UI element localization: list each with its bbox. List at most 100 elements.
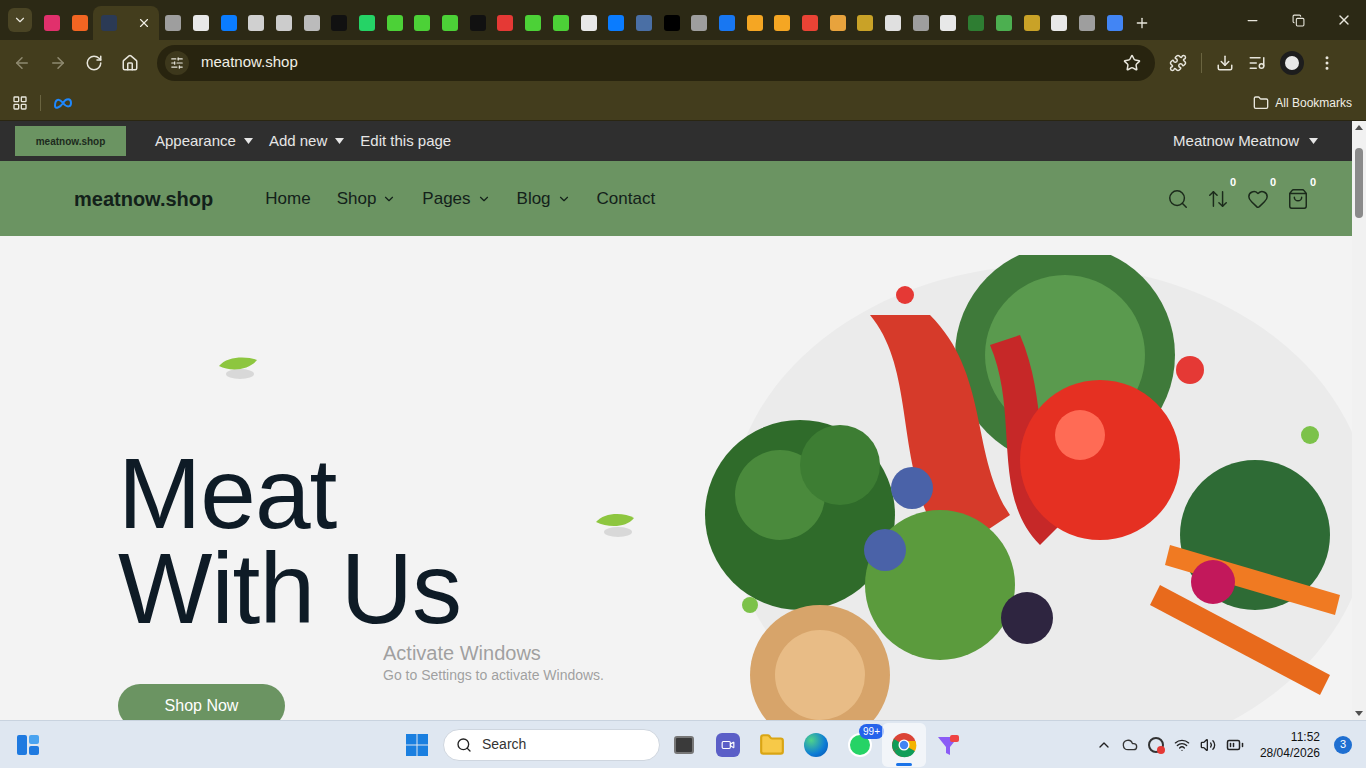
whatsapp-taskbar-button[interactable]: 99+ (838, 723, 882, 767)
profile-avatar-icon[interactable] (1280, 51, 1304, 75)
tab[interactable] (464, 6, 492, 40)
tab[interactable] (935, 6, 963, 40)
tab[interactable] (492, 6, 520, 40)
tab[interactable] (242, 6, 270, 40)
tab[interactable] (796, 6, 824, 40)
tab[interactable] (298, 6, 326, 40)
edge-icon (804, 733, 828, 757)
tab[interactable] (1073, 6, 1101, 40)
tab[interactable] (353, 6, 381, 40)
favicon-icon (387, 15, 403, 31)
site-settings-icon[interactable] (170, 56, 184, 70)
back-button[interactable] (8, 49, 36, 77)
tab[interactable] (962, 6, 990, 40)
tab-search-button[interactable] (8, 8, 32, 32)
close-button[interactable] (1321, 0, 1366, 40)
extensions-icon[interactable] (1169, 54, 1187, 72)
meet-taskbar-button[interactable] (706, 723, 750, 767)
cloud-icon[interactable] (1122, 737, 1138, 753)
status-app-icon[interactable] (1148, 737, 1164, 753)
tab[interactable] (713, 6, 741, 40)
widgets-button[interactable] (8, 725, 48, 765)
tab[interactable] (215, 6, 243, 40)
tab[interactable] (1101, 6, 1129, 40)
reload-button[interactable] (80, 49, 108, 77)
tab[interactable] (547, 6, 575, 40)
restore-button[interactable] (1275, 0, 1321, 40)
tab[interactable] (38, 6, 66, 40)
tab[interactable] (879, 6, 907, 40)
notification-badge[interactable]: 3 (1334, 736, 1352, 754)
close-tab-icon[interactable] (137, 16, 151, 30)
admin-menu[interactable]: Appearance (155, 130, 253, 153)
tab[interactable] (630, 6, 658, 40)
tab[interactable] (270, 6, 298, 40)
tab[interactable] (381, 6, 409, 40)
tab[interactable] (436, 6, 464, 40)
chrome-taskbar-button[interactable] (882, 723, 926, 767)
search-button[interactable] (1166, 187, 1190, 211)
tab[interactable] (990, 6, 1018, 40)
wifi-icon[interactable] (1174, 737, 1190, 753)
nav-item[interactable]: Pages (422, 186, 490, 212)
home-button[interactable] (116, 49, 144, 77)
tab[interactable] (1045, 6, 1073, 40)
taskview-taskbar-button[interactable] (662, 723, 706, 767)
nav-item[interactable]: Blog (517, 186, 571, 212)
favicon-icon (101, 15, 117, 31)
bookmark-star-icon[interactable] (1123, 54, 1141, 72)
tab[interactable] (66, 6, 94, 40)
tab[interactable] (187, 6, 215, 40)
scrollbar-thumb[interactable] (1355, 148, 1363, 218)
tab[interactable] (519, 6, 547, 40)
forward-button[interactable] (44, 49, 72, 77)
cart-button[interactable]: 0 (1286, 187, 1310, 211)
nav-item[interactable]: Contact (597, 186, 656, 212)
tab[interactable] (326, 6, 354, 40)
explorer-taskbar-button[interactable] (750, 723, 794, 767)
scrollbar[interactable] (1352, 121, 1366, 720)
tab[interactable] (409, 6, 437, 40)
tab[interactable] (769, 6, 797, 40)
admin-site-logo[interactable]: meatnow.shop (15, 126, 126, 156)
site-logo[interactable]: meatnow.shop (74, 184, 213, 214)
menu-icon[interactable] (1318, 54, 1336, 72)
tray-chevron-icon[interactable] (1096, 737, 1112, 753)
clock[interactable]: 11:5228/04/2026 (1260, 729, 1320, 761)
apps-icon[interactable] (12, 95, 28, 111)
new-tab-button[interactable] (1128, 6, 1156, 40)
nav-item[interactable]: Shop (337, 186, 397, 212)
tab[interactable] (159, 6, 187, 40)
tab[interactable] (907, 6, 935, 40)
tab[interactable] (658, 6, 686, 40)
edge-taskbar-button[interactable] (794, 723, 838, 767)
battery-icon[interactable] (1226, 736, 1244, 754)
tab[interactable] (741, 6, 769, 40)
admin-menu[interactable]: Edit this page (360, 130, 451, 153)
tab[interactable] (602, 6, 630, 40)
tab[interactable] (685, 6, 713, 40)
admin-user[interactable]: Meatnow Meatnow (1173, 130, 1318, 153)
wishlist-button[interactable]: 0 (1246, 187, 1270, 211)
shop-now-button[interactable]: Shop Now (118, 684, 285, 720)
app-taskbar-button[interactable] (926, 723, 970, 767)
nav-item[interactable]: Home (265, 186, 310, 212)
admin-menu[interactable]: Add new (269, 130, 344, 153)
media-icon[interactable] (1248, 54, 1266, 72)
tab[interactable] (824, 6, 852, 40)
taskbar-search[interactable]: Search (443, 729, 660, 761)
all-bookmarks[interactable]: All Bookmarks (1253, 94, 1352, 112)
download-icon[interactable] (1216, 54, 1234, 72)
volume-icon[interactable] (1200, 737, 1216, 753)
tab[interactable] (852, 6, 880, 40)
tab[interactable] (575, 6, 603, 40)
meta-icon[interactable] (53, 97, 73, 109)
start-button[interactable] (397, 725, 437, 765)
address-bar[interactable]: meatnow.shop (157, 45, 1155, 81)
tab[interactable] (1018, 6, 1046, 40)
tab[interactable] (93, 6, 159, 40)
scroll-down-icon[interactable] (1355, 711, 1363, 716)
scroll-up-icon[interactable] (1355, 125, 1363, 130)
minimize-button[interactable] (1229, 0, 1275, 40)
compare-button[interactable]: 0 (1206, 187, 1230, 211)
